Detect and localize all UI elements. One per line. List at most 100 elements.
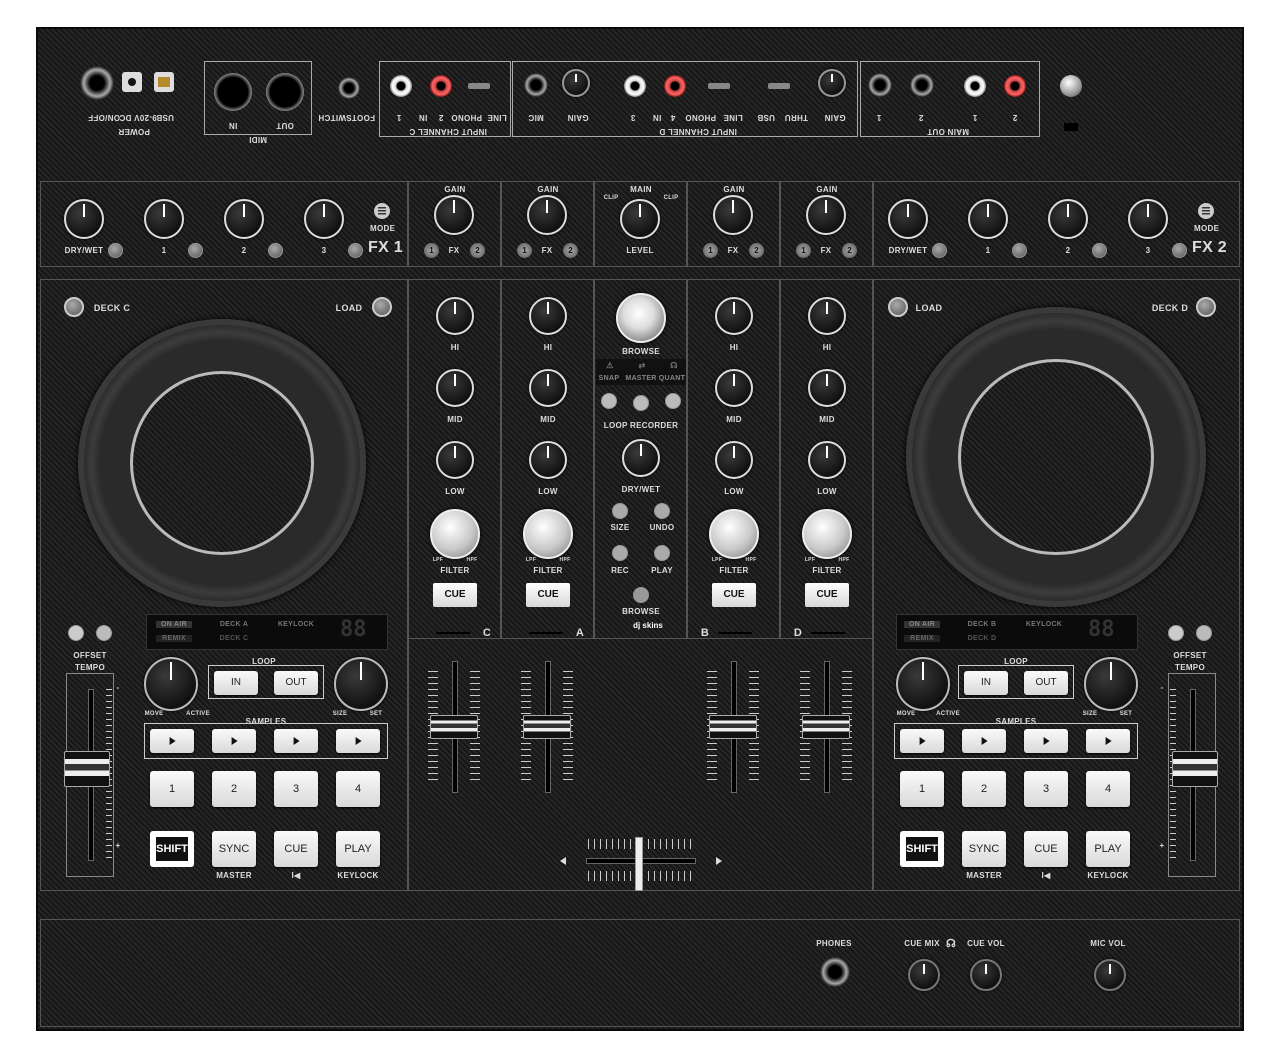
- gain-c-fx2-button[interactable]: 2: [470, 243, 485, 258]
- ch-d-volume-fader[interactable]: [802, 715, 850, 739]
- gain-a-knob[interactable]: [527, 195, 567, 235]
- input-d-switch[interactable]: [708, 83, 730, 89]
- fx2-button-2[interactable]: [1092, 243, 1107, 258]
- main-out-xlr-2[interactable]: [910, 73, 934, 97]
- input-d-rca-white[interactable]: [624, 75, 646, 97]
- right-load-button[interactable]: [888, 297, 908, 317]
- ch-c-mid-knob[interactable]: [436, 369, 474, 407]
- fx2-button-3[interactable]: [1172, 243, 1187, 258]
- quant-button[interactable]: [665, 393, 681, 409]
- right-loop-out-button[interactable]: OUT: [1024, 671, 1068, 695]
- input-d-gain2-knob[interactable]: [818, 69, 846, 97]
- input-d-gain-knob[interactable]: [562, 69, 590, 97]
- footswitch-jack[interactable]: [338, 77, 360, 99]
- fx1-knob-2[interactable]: [224, 199, 264, 239]
- deck-d-button[interactable]: [1196, 297, 1216, 317]
- size-button[interactable]: [612, 503, 628, 519]
- left-sample-3-button[interactable]: [274, 729, 318, 753]
- browse-knob[interactable]: [616, 293, 666, 343]
- right-shift-button[interactable]: SHIFT: [900, 831, 944, 867]
- ch-c-volume-fader[interactable]: [430, 715, 478, 739]
- left-sample-4-button[interactable]: [336, 729, 380, 753]
- fx1-button-2[interactable]: [268, 243, 283, 258]
- ch-b-volume-fader[interactable]: [709, 715, 757, 739]
- deck-c-button[interactable]: [64, 297, 84, 317]
- input-c-rca-white[interactable]: [390, 75, 412, 97]
- left-cue-button[interactable]: CUE: [274, 831, 318, 867]
- right-sample-1-button[interactable]: [900, 729, 944, 753]
- fx2-button-dry-wet[interactable]: [932, 243, 947, 258]
- left-sync-button[interactable]: SYNC: [212, 831, 256, 867]
- fx1-knob-3[interactable]: [304, 199, 344, 239]
- fx2-knob-2[interactable]: [1048, 199, 1088, 239]
- fx2-dry-wet-knob[interactable]: [888, 199, 928, 239]
- fx1-button-1[interactable]: [188, 243, 203, 258]
- main-out-rca-red[interactable]: [1004, 75, 1026, 97]
- right-sample-3-button[interactable]: [1024, 729, 1068, 753]
- ch-c-hi-knob[interactable]: [436, 297, 474, 335]
- gain-b-knob[interactable]: [713, 195, 753, 235]
- left-loop-move-knob[interactable]: [144, 657, 198, 711]
- power-switch[interactable]: [80, 66, 114, 100]
- ch-b-cue-button[interactable]: CUE: [712, 583, 756, 607]
- snap-button[interactable]: [601, 393, 617, 409]
- ch-b-mid-knob[interactable]: [715, 369, 753, 407]
- left-pad-3[interactable]: 3: [274, 771, 318, 807]
- input-c-rca-red[interactable]: [430, 75, 452, 97]
- ch-b-filter-knob[interactable]: [709, 509, 759, 559]
- left-load-button[interactable]: [372, 297, 392, 317]
- fx1-dry-wet-knob[interactable]: [64, 199, 104, 239]
- fx2-knob-1[interactable]: [968, 199, 1008, 239]
- left-pad-2[interactable]: 2: [212, 771, 256, 807]
- headphone-browse-button[interactable]: [633, 587, 649, 603]
- fx1-mode-button[interactable]: [374, 203, 390, 219]
- ch-a-low-knob[interactable]: [529, 441, 567, 479]
- phones-jack[interactable]: [820, 957, 850, 987]
- gain-a-fx1-button[interactable]: 1: [517, 243, 532, 258]
- main-out-xlr-1[interactable]: [868, 73, 892, 97]
- right-cue-button[interactable]: CUE: [1024, 831, 1068, 867]
- fx2-button-1[interactable]: [1012, 243, 1027, 258]
- gain-b-fx2-button[interactable]: 2: [749, 243, 764, 258]
- gain-a-fx2-button[interactable]: 2: [563, 243, 578, 258]
- midi-in-port[interactable]: [214, 73, 252, 111]
- fx1-button-3[interactable]: [348, 243, 363, 258]
- ch-d-cue-button[interactable]: CUE: [805, 583, 849, 607]
- main-level-knob[interactable]: [620, 199, 660, 239]
- undo-button[interactable]: [654, 503, 670, 519]
- fx1-button-dry-wet[interactable]: [108, 243, 123, 258]
- ch-a-mid-knob[interactable]: [529, 369, 567, 407]
- gain-d-fx2-button[interactable]: 2: [842, 243, 857, 258]
- right-pad-2[interactable]: 2: [962, 771, 1006, 807]
- left-shift-button[interactable]: SHIFT: [150, 831, 194, 867]
- master-button[interactable]: [633, 395, 649, 411]
- left-loop-size-knob[interactable]: [334, 657, 388, 711]
- fx2-knob-3[interactable]: [1128, 199, 1168, 239]
- loop-recorder-dry-wet-knob[interactable]: [622, 439, 660, 477]
- left-loop-in-button[interactable]: IN: [214, 671, 258, 695]
- ch-b-hi-knob[interactable]: [715, 297, 753, 335]
- left-loop-out-button[interactable]: OUT: [274, 671, 318, 695]
- play-rec-button[interactable]: [654, 545, 670, 561]
- ch-d-filter-knob[interactable]: [802, 509, 852, 559]
- gain-d-fx1-button[interactable]: 1: [796, 243, 811, 258]
- left-offset-plus-button[interactable]: [96, 625, 112, 641]
- right-pad-4[interactable]: 4: [1086, 771, 1130, 807]
- right-play-button[interactable]: PLAY: [1086, 831, 1130, 867]
- left-pad-1[interactable]: 1: [150, 771, 194, 807]
- cue-mix-knob[interactable]: [908, 959, 940, 991]
- left-sample-1-button[interactable]: [150, 729, 194, 753]
- left-jog-platter[interactable]: [130, 371, 314, 555]
- gain-c-fx1-button[interactable]: 1: [424, 243, 439, 258]
- right-loop-size-knob[interactable]: [1084, 657, 1138, 711]
- input-c-switch[interactable]: [468, 83, 490, 89]
- cue-vol-knob[interactable]: [970, 959, 1002, 991]
- right-sync-button[interactable]: SYNC: [962, 831, 1006, 867]
- left-pad-4[interactable]: 4: [336, 771, 380, 807]
- ch-d-mid-knob[interactable]: [808, 369, 846, 407]
- left-play-button[interactable]: PLAY: [336, 831, 380, 867]
- mic-jack[interactable]: [524, 73, 548, 97]
- right-offset-plus-button[interactable]: [1196, 625, 1212, 641]
- right-sample-2-button[interactable]: [962, 729, 1006, 753]
- gain-b-fx1-button[interactable]: 1: [703, 243, 718, 258]
